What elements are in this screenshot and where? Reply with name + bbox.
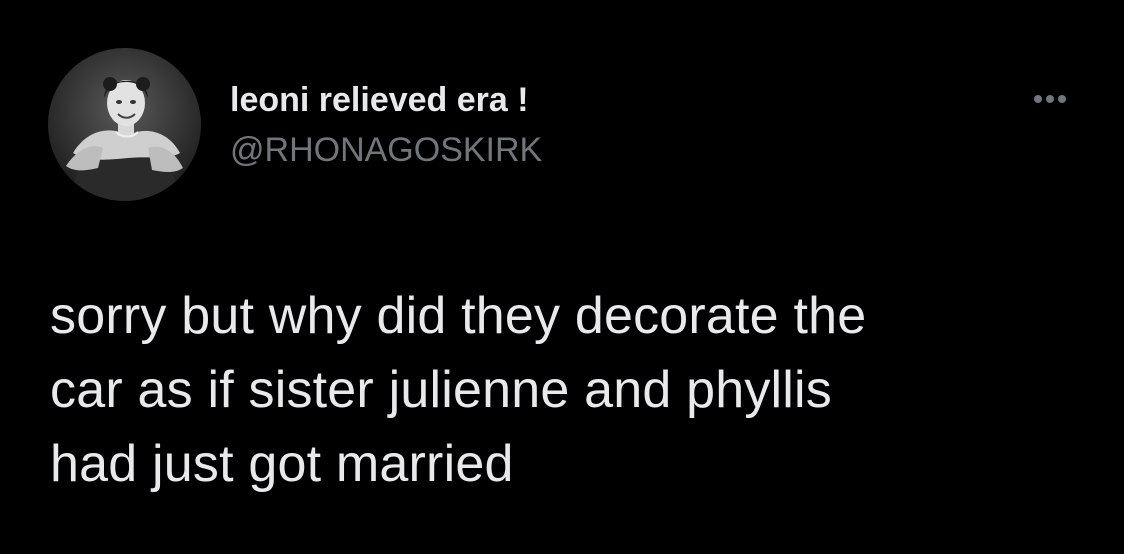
tweet-text-line: sorry but why did they decorate the xyxy=(50,287,867,345)
profile-photo-icon xyxy=(48,48,201,201)
more-options-button[interactable] xyxy=(1024,84,1076,114)
author-display-name[interactable]: leoni relieved era ! xyxy=(230,80,529,120)
author-avatar[interactable] xyxy=(48,48,201,201)
author-handle[interactable]: @RHONAGOSKIRK xyxy=(230,130,542,170)
more-dots-icon xyxy=(1034,95,1066,103)
tweet-text-line: car as if sister julienne and phyllis xyxy=(50,361,832,419)
tweet-text: sorry but why did they decorate the car … xyxy=(50,279,1090,501)
tweet-text-line: had just got married xyxy=(50,435,514,493)
tweet-card: leoni relieved era ! @RHONAGOSKIRK sorry… xyxy=(0,0,1124,554)
